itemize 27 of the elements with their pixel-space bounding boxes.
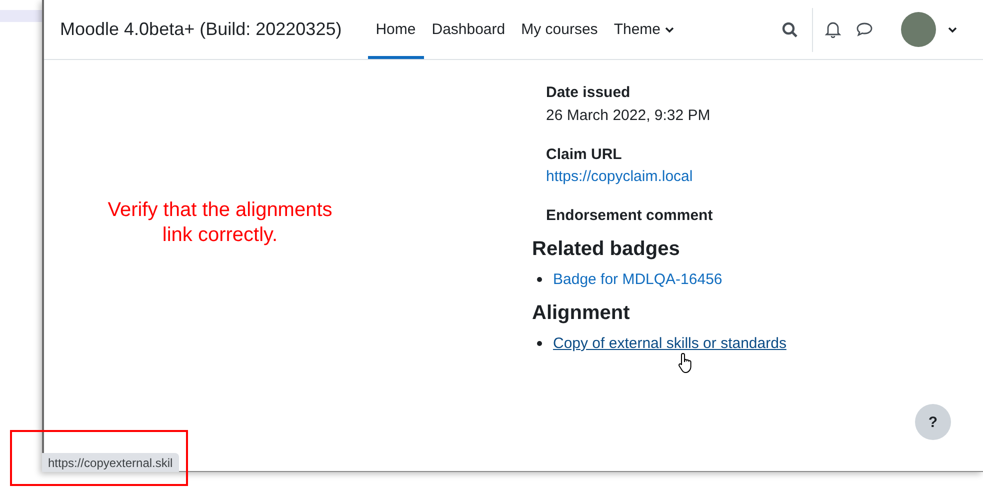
detail-label: Claim URL — [546, 146, 623, 163]
nav-link[interactable]: My courses — [513, 0, 606, 59]
background-strip — [0, 10, 42, 22]
detail-value: 26 March 2022, 9:32 PM — [546, 107, 712, 124]
section-heading: Alignment — [532, 302, 631, 325]
search-icon[interactable] — [782, 22, 798, 38]
detail-label: Date issued — [546, 84, 632, 101]
chat-bubble-icon[interactable] — [856, 22, 873, 37]
nav-dropdown[interactable]: Theme — [606, 0, 682, 59]
list-link[interactable]: Badge for MDLQA-16456 — [553, 271, 722, 288]
bullet-icon — [537, 341, 542, 346]
chevron-down-icon — [664, 26, 674, 32]
detail-label: Endorsement comment — [546, 207, 714, 224]
nav-link[interactable]: Home — [368, 0, 424, 59]
status-url: https://copyexternal.skil — [42, 453, 179, 472]
help-button[interactable]: ? — [915, 404, 951, 440]
bullet-icon — [537, 277, 542, 282]
chevron-down-icon[interactable] — [948, 26, 957, 32]
avatar-circle[interactable] — [901, 12, 936, 47]
detail-link[interactable]: https://copyclaim.local — [546, 168, 983, 185]
hand-cursor-icon — [678, 352, 694, 374]
list-link[interactable]: Copy of external skills or standards — [553, 335, 786, 352]
bell-icon[interactable] — [825, 21, 841, 38]
nav-link[interactable]: Dashboard — [424, 0, 514, 59]
section-heading: Related badges — [532, 238, 681, 261]
site-name[interactable]: Moodle 4.0beta+ (Build: 20220325) — [60, 19, 342, 40]
annotation-text: Verify that the alignments link correctly. — [106, 198, 334, 248]
